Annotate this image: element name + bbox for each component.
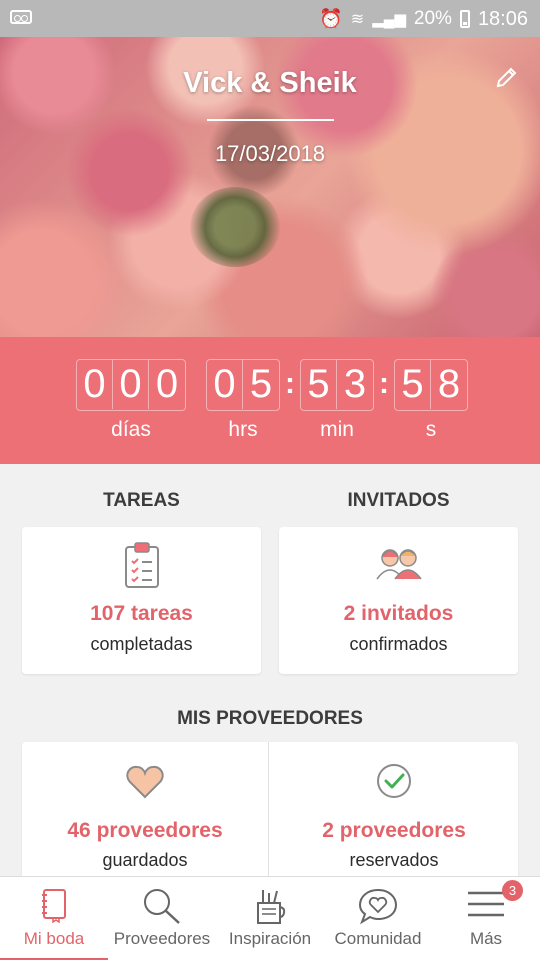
- guests-count: 2 invitados: [343, 602, 454, 625]
- tasks-title: TAREAS: [103, 490, 180, 511]
- vendors-title: MIS PROVEEDORES: [177, 708, 363, 729]
- check-circle-icon: [377, 764, 411, 798]
- saved-vendors[interactable]: 46 proveedores guardados: [22, 742, 268, 876]
- digit: 0: [155, 362, 179, 406]
- chat-heart-icon: [358, 888, 398, 925]
- countdown-minutes: 5 3 min: [300, 359, 374, 442]
- saved-vendors-count: 46 proveedores: [67, 819, 223, 842]
- guests-icon: [375, 549, 422, 580]
- digit: 0: [113, 360, 149, 409]
- digit: 5: [301, 360, 337, 409]
- minutes-label: min: [320, 418, 354, 441]
- nav-mas[interactable]: Más: [432, 877, 540, 960]
- status-bar: ⏰ ≋ ▂▄▆ 20% 18:06: [0, 0, 540, 37]
- guests-caption: confirmados: [349, 634, 448, 654]
- bottom-navigation: Mi boda Proveedores Inspiración Comunida…: [0, 876, 540, 960]
- menu-icon: [468, 891, 504, 917]
- wedding-date: 17/03/2018: [214, 141, 326, 166]
- foliage-decoration: [190, 187, 280, 267]
- nav-comunidad[interactable]: Comunidad: [324, 877, 432, 960]
- couple-names: Vick & Sheik: [183, 67, 357, 99]
- countdown-seconds: 5 8 s: [394, 359, 468, 442]
- digit: 8: [437, 362, 461, 406]
- countdown-panel: 0 0 0 días 0 5 hrs : 5 3 min : 5 8 s: [0, 337, 540, 464]
- guests-card[interactable]: 2 invitados confirmados: [279, 527, 518, 674]
- title-divider: [207, 119, 334, 121]
- nav-label: Más: [469, 929, 503, 948]
- guests-title: INVITADOS: [347, 490, 450, 511]
- booked-vendors-count: 2 proveedores: [322, 819, 466, 842]
- digit: 0: [77, 360, 113, 409]
- heart-icon: [126, 765, 164, 799]
- seconds-label: s: [425, 418, 437, 441]
- nav-label: Comunidad: [334, 929, 422, 948]
- clipboard-icon: [124, 542, 159, 588]
- time-separator: :: [285, 367, 295, 400]
- countdown-days: 0 0 0 días: [76, 359, 186, 442]
- hours-label: hrs: [228, 418, 258, 441]
- digit: 3: [343, 362, 367, 406]
- signal-icon: ▂▄▆: [372, 11, 406, 28]
- wifi-icon: ≋: [350, 11, 365, 28]
- notebook-icon: [42, 889, 66, 923]
- tasks-count: 107 tareas: [90, 602, 193, 625]
- digit: 5: [249, 362, 273, 406]
- voicemail-icon: [10, 10, 32, 24]
- edit-icon[interactable]: [495, 65, 519, 89]
- nav-proveedores[interactable]: Proveedores: [108, 877, 216, 960]
- days-label: días: [111, 418, 151, 441]
- vendors-divider: [268, 742, 269, 882]
- digit: 5: [395, 360, 431, 409]
- tasks-caption: completadas: [90, 634, 193, 654]
- nav-inspiracion[interactable]: Inspiración: [216, 877, 324, 960]
- nav-label: Mi boda: [23, 929, 85, 948]
- time-separator: :: [379, 367, 389, 400]
- saved-vendors-caption: guardados: [102, 850, 188, 870]
- search-icon: [144, 889, 180, 924]
- battery-percent: 20%: [413, 8, 452, 29]
- hero-banner: Vick & Sheik 17/03/2018: [0, 37, 540, 337]
- countdown-hours: 0 5 hrs: [206, 359, 280, 442]
- nav-label: Inspiración: [228, 929, 312, 948]
- booked-vendors[interactable]: 2 proveedores reservados: [270, 742, 518, 876]
- alarm-icon: ⏰: [319, 9, 343, 30]
- pencil-cup-icon: [257, 890, 286, 924]
- digit: 0: [207, 360, 243, 409]
- more-notification-badge: 3: [502, 880, 523, 901]
- battery-icon: [459, 10, 470, 28]
- booked-vendors-caption: reservados: [349, 850, 439, 870]
- tasks-card[interactable]: 107 tareas completadas: [22, 527, 261, 674]
- nav-label: Proveedores: [113, 929, 211, 948]
- clock: 18:06: [477, 7, 528, 30]
- nav-mi-boda[interactable]: Mi boda: [0, 877, 108, 960]
